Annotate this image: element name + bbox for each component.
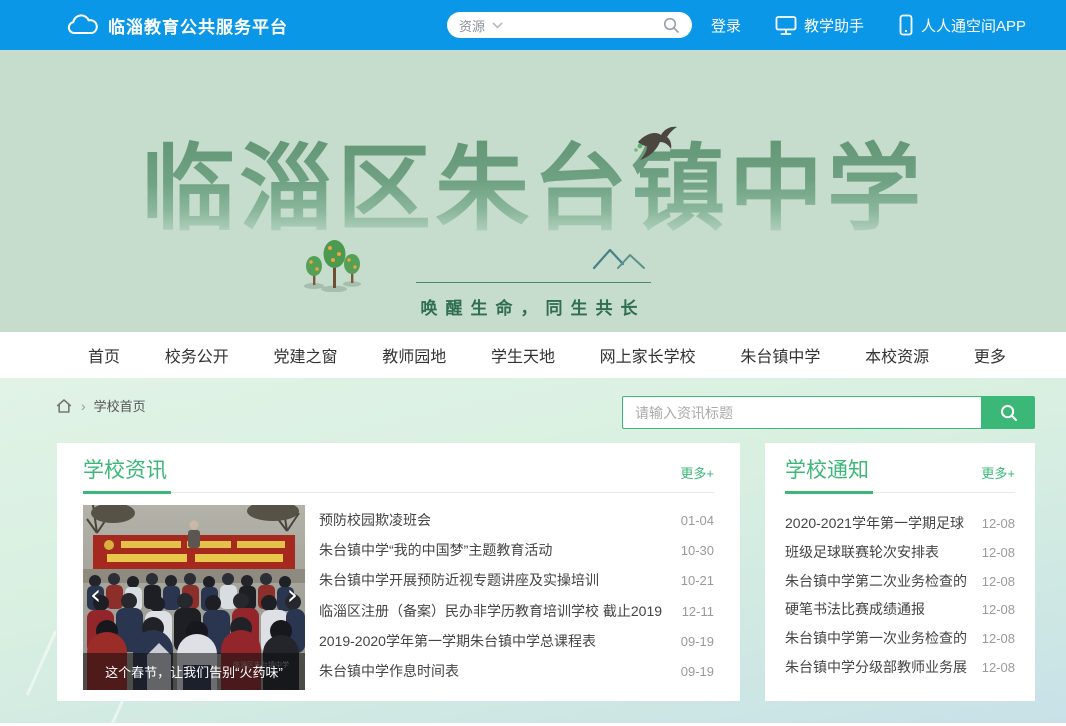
notice-item-date: 12-08 [982,545,1015,560]
top-search-box[interactable]: 资源 [447,12,692,38]
nav-item[interactable]: 朱台镇中学 [740,343,820,367]
notice-item-date: 12-08 [982,574,1015,589]
notices-title-underline [785,492,1015,493]
notice-item-title: 朱台镇中学第一次业务检查的 [785,628,970,648]
news-list-item[interactable]: 2019-2020学年第一学期朱台镇中学总课程表 09-19 [319,631,714,651]
news-item-date: 09-19 [681,664,714,679]
news-item-date: 01-04 [681,513,714,528]
nav-item[interactable]: 教师园地 [382,343,446,367]
background-streak [26,630,57,695]
school-news-panel: 学校资讯 更多+ [57,443,740,701]
notice-item-date: 12-08 [982,602,1015,617]
search-category[interactable]: 资源 [459,16,485,35]
notices-list: 2020-2021学年第一学期足球 12-08 班级足球联赛轮次安排表 12-0… [785,507,1015,685]
notice-list-item[interactable]: 班级足球联赛轮次安排表 12-08 [785,542,1015,562]
breadcrumb-current[interactable]: 学校首页 [94,396,146,415]
monitor-icon [775,15,797,36]
home-icon[interactable] [55,397,73,415]
notices-panel-header: 学校通知 更多+ [785,443,1015,493]
notices-more-link[interactable]: 更多+ [981,463,1015,482]
carousel-prev-arrow[interactable]: ‹ [90,581,101,609]
news-list-item[interactable]: 朱台镇中学作息时间表 09-19 [319,661,714,681]
nav-item[interactable]: 本校资源 [865,343,929,367]
notice-list-item[interactable]: 朱台镇中学第二次业务检查的 12-08 [785,571,1015,591]
news-item-title: 临淄区注册（备案）民办非学历教育培训学校 截止2019 [319,601,670,621]
school-banner: 临淄区朱台镇中学 唤醒生命，同生共 [0,50,1066,332]
nav-item[interactable]: 学生天地 [491,343,555,367]
cloud-logo-icon [66,13,98,37]
nav-item[interactable]: 校务公开 [165,343,229,367]
brand-name: 临淄教育公共服务平台 [108,13,288,38]
news-panel-title: 学校资讯 [83,456,167,486]
notice-list-item[interactable]: 硬笔书法比赛成绩通报 12-08 [785,599,1015,619]
breadcrumb: › 学校首页 [55,396,146,415]
nav-item[interactable]: 更多 [974,343,1006,367]
news-list-item[interactable]: 临淄区注册（备案）民办非学历教育培训学校 截止2019 12-11 [319,601,714,621]
news-list-item[interactable]: 朱台镇中学开展预防近视专题讲座及实操培训 10-21 [319,570,714,590]
notice-list-item[interactable]: 2020-2021学年第一学期足球 12-08 [785,513,1015,533]
news-more-link[interactable]: 更多+ [680,463,714,482]
notice-item-title: 硬笔书法比赛成绩通报 [785,599,970,619]
swallow-bird-icon [632,126,678,162]
news-search [622,396,1035,429]
breadcrumb-separator: › [81,398,86,414]
banner-slogan-block: 唤醒生命，同生共长 [0,282,1066,319]
main-nav-list: 首页 校务公开 党建之窗 教师园地 学生天地 网上家长学校 朱台镇中学 本校资源… [88,332,1006,378]
banner-school-name: 临淄区朱台镇中学 [0,134,1066,247]
teaching-assistant-link[interactable]: 教学助手 [775,15,864,36]
news-item-date: 10-30 [681,543,714,558]
nav-item[interactable]: 网上家长学校 [600,343,696,367]
news-search-input[interactable] [622,396,982,429]
news-item-title: 朱台镇中学作息时间表 [319,661,669,681]
news-search-button[interactable] [982,396,1035,429]
search-icon[interactable] [662,16,680,34]
news-list-item[interactable]: 预防校园欺凌班会 01-04 [319,510,714,530]
notices-panel-title: 学校通知 [785,456,869,486]
news-list: 预防校园欺凌班会 01-04 朱台镇中学“我的中国梦”主题教育活动 10-30 … [319,505,714,690]
school-notices-panel: 学校通知 更多+ 2020-2021学年第一学期足球 12-08 班级足球联赛轮… [765,443,1035,701]
nav-item[interactable]: 首页 [88,343,120,367]
top-bar: 临淄教育公共服务平台 资源 登录 教学助手 人人通空间APP [0,0,1066,50]
smartphone-icon [898,14,914,36]
notice-item-title: 班级足球联赛轮次安排表 [785,542,970,562]
news-item-title: 2019-2020学年第一学期朱台镇中学总课程表 [319,631,669,651]
notice-list-item[interactable]: 朱台镇中学第一次业务检查的 12-08 [785,628,1015,648]
news-title-underline [83,492,714,493]
banner-slogan: 唤醒生命，同生共长 [0,294,1066,319]
notice-item-date: 12-08 [982,631,1015,646]
news-panel-header: 学校资讯 更多+ [83,443,714,493]
news-photo-carousel[interactable]: 临淄区朱台镇中学 ‹ › 这个春节，让我们告别“火药味” [83,505,305,690]
notice-item-date: 12-08 [982,660,1015,675]
slogan-divider [416,282,651,283]
notice-list-item[interactable]: 朱台镇中学分级部教师业务展 12-08 [785,657,1015,677]
notice-item-date: 12-08 [982,516,1015,531]
news-item-date: 10-21 [681,573,714,588]
news-item-title: 预防校园欺凌班会 [319,510,669,530]
nav-item[interactable]: 党建之窗 [273,343,337,367]
login-link[interactable]: 登录 [711,15,741,36]
notice-item-title: 朱台镇中学第二次业务检查的 [785,571,970,591]
news-item-title: 朱台镇中学开展预防近视专题讲座及实操培训 [319,570,669,590]
news-item-title: 朱台镇中学“我的中国梦”主题教育活动 [319,540,669,560]
notice-item-title: 朱台镇中学分级部教师业务展 [785,657,970,677]
chevron-down-icon[interactable] [492,22,503,29]
carousel-caption[interactable]: 这个春节，让我们告别“火药味” [83,653,305,690]
news-item-date: 09-19 [681,634,714,649]
news-body: 临淄区朱台镇中学 ‹ › 这个春节，让我们告别“火药味” 预防校园欺凌班会 01… [83,505,714,690]
mountains-illustration [592,246,650,270]
top-links: 登录 教学助手 人人通空间APP [711,0,1026,50]
news-item-date: 12-11 [682,604,714,619]
content-area: › 学校首页 学校资讯 更多+ [0,378,1066,723]
carousel-next-arrow[interactable]: › [287,581,298,609]
brand[interactable]: 临淄教育公共服务平台 [66,0,288,50]
notice-item-title: 2020-2021学年第一学期足球 [785,513,970,533]
renrentong-app-link[interactable]: 人人通空间APP [898,14,1026,36]
main-nav: 首页 校务公开 党建之窗 教师园地 学生天地 网上家长学校 朱台镇中学 本校资源… [0,332,1066,378]
news-list-item[interactable]: 朱台镇中学“我的中国梦”主题教育活动 10-30 [319,540,714,560]
